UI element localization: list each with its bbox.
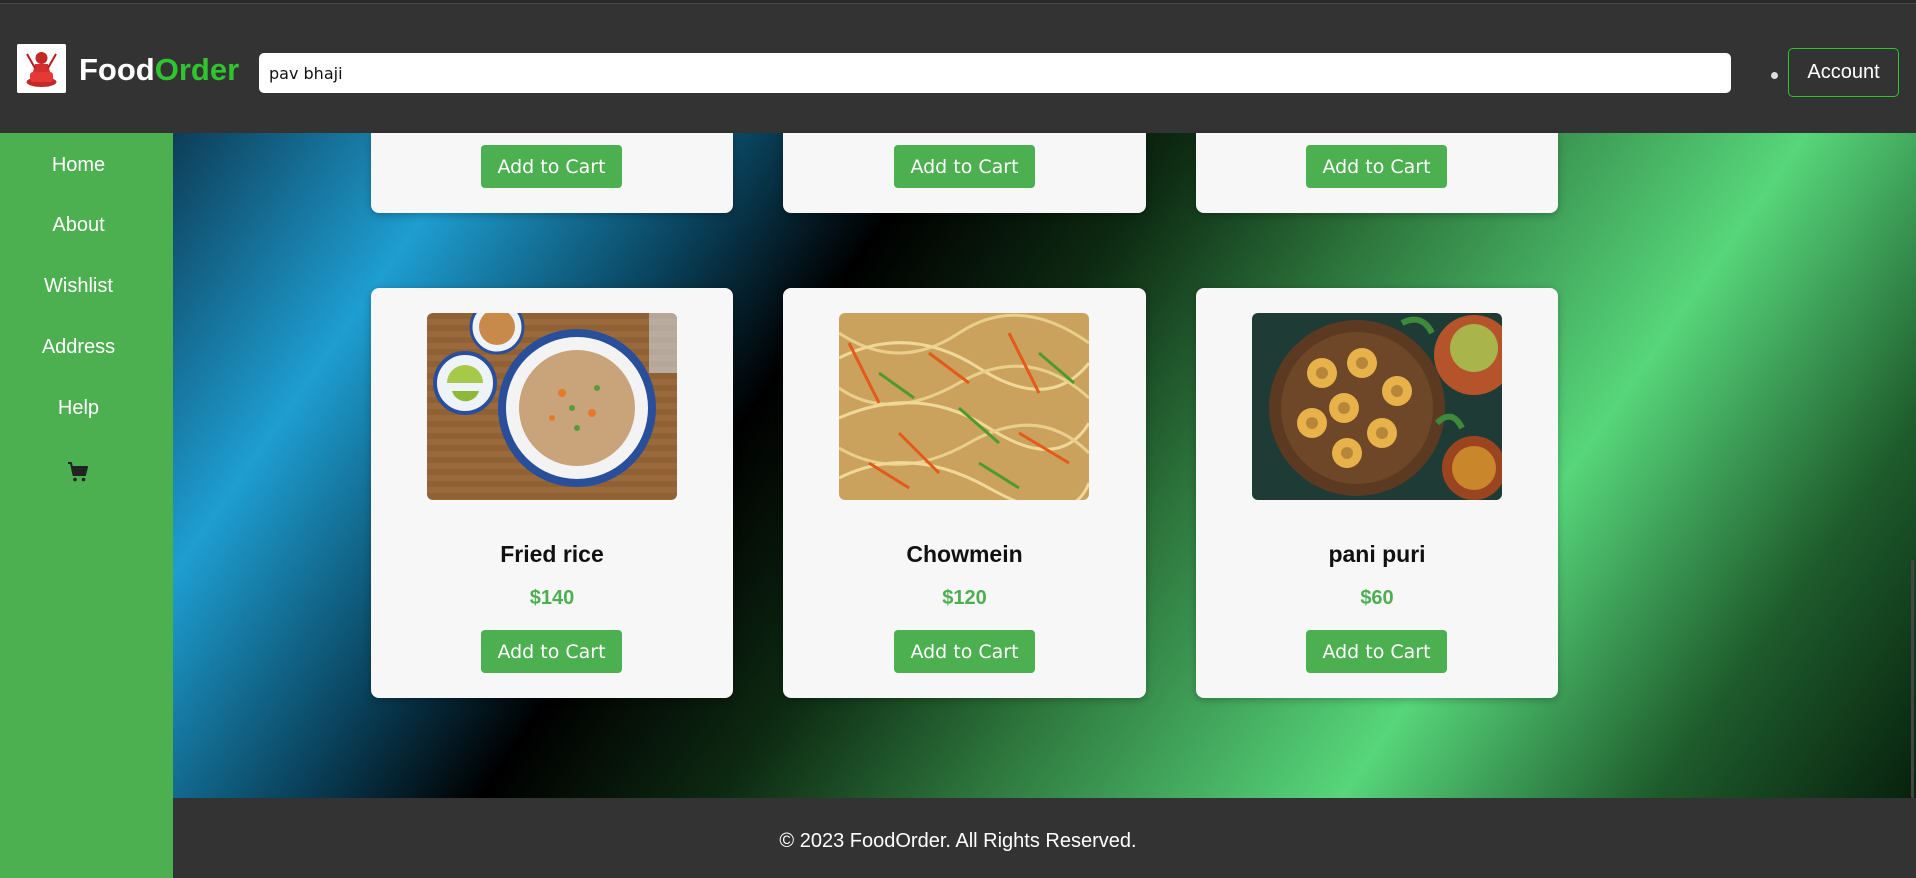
fried-rice-photo[interactable] (427, 313, 677, 500)
product-name: pani puri (1328, 541, 1426, 567)
brand-name[interactable]: FoodOrder (79, 52, 239, 88)
product-name: Fried rice (500, 541, 604, 567)
product-card: Add to Cart (783, 133, 1146, 213)
add-to-cart-button[interactable]: Add to Cart (481, 145, 622, 188)
product-card-chowmein: Chowmein $120 Add to Cart (783, 288, 1146, 698)
sidebar-item-home[interactable]: Home (0, 153, 157, 177)
add-to-cart-button[interactable]: Add to Cart (894, 630, 1035, 673)
brand-name-part-2: Order (154, 52, 240, 87)
add-to-cart-button[interactable]: Add to Cart (894, 145, 1035, 188)
add-to-cart-button[interactable]: Add to Cart (481, 630, 622, 673)
pani-puri-photo[interactable] (1252, 313, 1502, 500)
brand-name-part-1: Food (79, 52, 155, 87)
scrollbar-thumb[interactable] (1911, 560, 1914, 798)
product-price: $120 (942, 587, 987, 609)
cart-icon[interactable] (66, 460, 90, 484)
product-price: $140 (529, 587, 575, 609)
sidebar-item-wishlist[interactable]: Wishlist (0, 274, 157, 298)
sidebar-item-address[interactable]: Address (0, 335, 157, 359)
product-card: Add to Cart (1196, 133, 1558, 213)
product-price: $60 (1360, 587, 1394, 609)
footer-copyright: © 2023 FoodOrder. All Rights Reserved. (779, 830, 1137, 852)
bullet-dot (1771, 72, 1778, 79)
add-to-cart-button[interactable]: Add to Cart (1306, 630, 1447, 673)
product-name: Chowmein (906, 541, 1023, 567)
brand-logo[interactable] (17, 44, 66, 93)
add-to-cart-button[interactable]: Add to Cart (1306, 145, 1447, 188)
sidebar-item-about[interactable]: About (0, 213, 157, 237)
product-card: Add to Cart (371, 133, 733, 213)
product-card-fried-rice: Fried rice $140 Add to Cart (371, 288, 733, 698)
search-input[interactable] (259, 53, 1731, 93)
chowmein-photo[interactable] (839, 313, 1089, 500)
page-footer: © 2023 FoodOrder. All Rights Reserved. (173, 798, 1916, 878)
account-button[interactable]: Account (1788, 48, 1899, 97)
sidebar: Home About Wishlist Address Help (0, 133, 173, 878)
top-header: FoodOrder Account (0, 4, 1916, 133)
sidebar-item-help[interactable]: Help (0, 396, 157, 420)
product-card-pani-puri: pani puri $60 Add to Cart (1196, 288, 1558, 698)
